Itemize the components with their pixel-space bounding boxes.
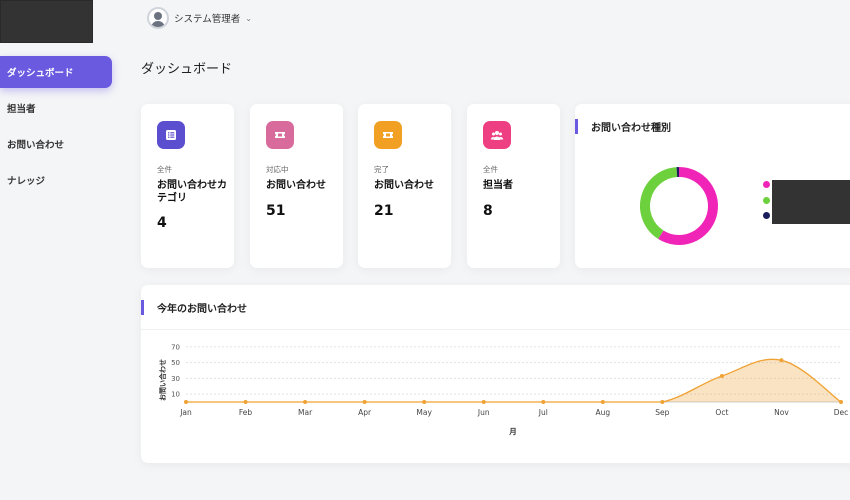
data-point [303, 400, 308, 404]
card-title: 今年のお問い合わせ [141, 300, 247, 315]
stat-label: 担当者 [483, 180, 513, 191]
stat-card-completed: 完了 お問い合わせ 21 [358, 104, 451, 268]
data-point [660, 400, 665, 404]
x-tick-label: Dec [834, 408, 849, 417]
x-tick-label: Jun [477, 408, 490, 417]
list-icon [157, 121, 185, 149]
data-point [243, 400, 248, 404]
ticket-icon [266, 121, 294, 149]
divider [141, 329, 850, 330]
legend-dot [763, 212, 770, 219]
sidebar-item-dashboard[interactable]: ダッシュボード [0, 56, 112, 88]
page-title: ダッシュボード [141, 62, 233, 77]
stat-sub-label: 全件 [483, 165, 498, 174]
x-axis-label: 月 [508, 427, 517, 436]
sidebar-item-label: ダッシュボード [7, 68, 74, 79]
data-point [839, 400, 843, 404]
card-title: お問い合わせ種別 [575, 119, 671, 134]
chevron-down-icon: ⌄ [245, 13, 252, 23]
users-icon [483, 121, 511, 149]
x-tick-label: Feb [239, 408, 253, 417]
avatar [147, 7, 169, 29]
stat-label: お問い合わせ [266, 180, 326, 191]
user-name: システム管理者 [174, 14, 241, 25]
y-tick-label: 30 [171, 375, 180, 383]
x-tick-label: May [416, 408, 432, 417]
stat-sub-label: 対応中 [266, 165, 289, 174]
user-menu[interactable]: システム管理者 ⌄ [147, 6, 252, 30]
sidebar-item-label: お問い合わせ [7, 140, 65, 151]
data-point [362, 400, 367, 404]
data-point [184, 400, 188, 404]
sidebar-item-inquiries[interactable]: お問い合わせ [0, 128, 112, 160]
sidebar-item-label: 担当者 [7, 104, 36, 115]
inquiries-line-chart: お問い合わせ 月 10 30 50 70 Jan Feb Mar Apr May Jun Jul A… [158, 343, 848, 436]
sidebar-item-knowledge[interactable]: ナレッジ [0, 164, 112, 196]
x-tick-label: Oct [715, 408, 728, 417]
y-axis-label: お問い合わせ [158, 359, 167, 401]
x-tick-label: Sep [655, 408, 669, 417]
data-point [719, 374, 724, 379]
ticket-icon [374, 121, 402, 149]
x-ticks: Jan Feb Mar Apr May Jun Jul Aug Sep Oct Nov Dec [179, 408, 848, 417]
stat-sub-label: 全件 [157, 165, 172, 174]
legend-dot [763, 197, 770, 204]
stat-value: 21 [374, 203, 394, 219]
yearly-inquiries-card: 今年のお問い合わせ お問い合わせ 月 10 30 50 70 Jan Feb Mar Apr… [141, 285, 850, 463]
y-tick-label: 50 [171, 359, 180, 367]
data-point [541, 400, 546, 404]
data-point [481, 400, 486, 404]
app-logo [0, 0, 93, 43]
stat-card-in-progress: 対応中 お問い合わせ 51 [250, 104, 343, 268]
x-tick-label: Apr [358, 408, 372, 417]
y-tick-label: 70 [171, 343, 180, 351]
stat-label: お問い合わせ [374, 180, 434, 191]
y-ticks: 10 30 50 70 [171, 343, 180, 398]
data-point [600, 400, 605, 404]
stat-sub-label: 完了 [374, 165, 389, 174]
stat-value: 8 [483, 203, 493, 219]
x-tick-label: Nov [774, 408, 789, 417]
x-tick-label: Mar [298, 408, 313, 417]
inquiry-type-card: お問い合わせ種別 [575, 104, 850, 268]
donut-slice [658, 167, 718, 245]
data-point [779, 358, 784, 363]
donut-chart [640, 167, 718, 245]
area-fill [186, 359, 841, 402]
sidebar-item-staff[interactable]: 担当者 [0, 92, 112, 124]
x-tick-label: Jan [179, 408, 192, 417]
sidebar: ダッシュボード 担当者 お問い合わせ ナレッジ [0, 56, 118, 200]
stat-card-staff: 全件 担当者 8 [467, 104, 560, 268]
stat-value: 4 [157, 215, 167, 231]
data-point [422, 400, 427, 404]
stat-card-categories: 全件 お問い合わせカテゴリ 4 [141, 104, 234, 268]
legend-dot [763, 181, 770, 188]
redacted-legend [772, 180, 850, 224]
y-tick-label: 10 [171, 391, 180, 399]
donut-slice [640, 167, 678, 239]
x-tick-label: Jul [538, 408, 548, 417]
stat-value: 51 [266, 203, 286, 219]
x-tick-label: Aug [595, 408, 610, 417]
sidebar-item-label: ナレッジ [7, 176, 46, 187]
stat-label: お問い合わせカテゴリ [157, 180, 227, 204]
